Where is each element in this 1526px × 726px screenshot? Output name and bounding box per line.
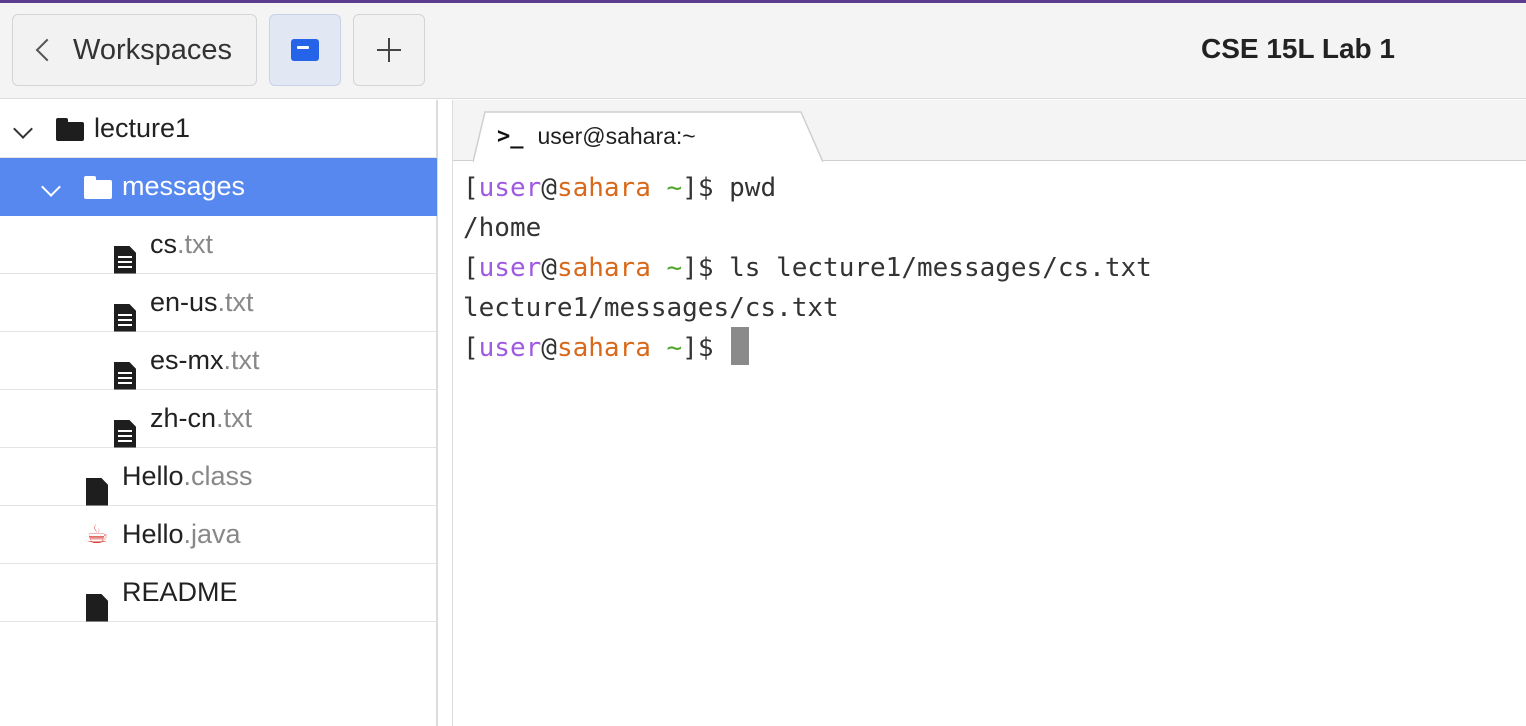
tree-item-file[interactable]: README [0, 564, 437, 622]
tree-item-file[interactable]: en-us.txt [0, 274, 437, 332]
tree-item-file[interactable]: ☕ Hello.java [0, 506, 437, 564]
prompt-open: [ [463, 333, 479, 363]
file-name: es-mx [150, 345, 224, 375]
text-file-icon [114, 419, 136, 448]
java-icon: ☕ [85, 519, 109, 549]
text-file-icon [114, 245, 136, 274]
prompt-open: [ [463, 173, 479, 203]
file-name: Hello [122, 519, 184, 549]
terminal-command-line: [user@sahara ~]$ pwd [463, 168, 1152, 208]
tree-item-lecture1[interactable]: lecture1 [0, 100, 437, 158]
terminal-panel: >_ user@sahara:~ [user@sahara ~]$ pwd/ho… [452, 100, 1526, 726]
terminal-output[interactable]: [user@sahara ~]$ pwd/home [user@sahara ~]… [463, 168, 1152, 368]
terminal-output-line: /home [463, 213, 542, 243]
chevron-down-icon[interactable] [41, 177, 61, 197]
text-file-icon [114, 361, 136, 390]
prompt-at: @ [541, 333, 557, 363]
prompt-close: ]$ [682, 333, 730, 363]
prompt-user: user [478, 333, 542, 363]
terminal-cursor [731, 326, 750, 365]
chevron-down-icon[interactable] [13, 119, 33, 139]
file-icon [86, 477, 108, 506]
text-file-icon [114, 303, 136, 332]
file-extension: .txt [217, 287, 254, 317]
prompt-close: ]$ [682, 173, 730, 203]
prompt-dir: ~ [666, 173, 683, 203]
workspace-title: CSE 15L Lab 1 [1200, 33, 1395, 64]
prompt-dir: ~ [666, 253, 683, 283]
tree-item-file[interactable]: cs.txt [0, 216, 437, 274]
terminal-command-line: [user@sahara ~]$ [463, 326, 1152, 368]
chevron-left-icon [35, 38, 59, 62]
prompt-close: ]$ [682, 253, 730, 283]
toolbar: Workspaces CSE 15L Lab 1 [0, 3, 1526, 99]
file-extension: .txt [216, 403, 253, 433]
file-name: cs [150, 229, 177, 259]
terminal-command-line: [user@sahara ~]$ ls lecture1/messages/cs… [463, 248, 1152, 288]
workspaces-label: Workspaces [73, 33, 233, 66]
file-name: zh-cn [150, 403, 217, 433]
tree-item-file[interactable]: Hello.class [0, 448, 437, 506]
tree-item-label: messages [122, 171, 246, 201]
terminal-output-line: lecture1/messages/cs.txt [463, 293, 839, 323]
prompt-open: [ [463, 253, 479, 283]
prompt-dir: ~ [666, 333, 683, 363]
file-extension: .txt [177, 229, 214, 259]
terminal-icon: >_ [497, 124, 524, 149]
file-name: Hello [122, 461, 184, 491]
prompt-host: sahara [556, 173, 651, 203]
prompt-at: @ [541, 173, 557, 203]
add-button[interactable] [353, 14, 425, 86]
prompt-at: @ [541, 253, 557, 283]
terminal-tab-label: user@sahara:~ [537, 123, 696, 149]
prompt-user: user [478, 173, 542, 203]
tree-item-file[interactable]: zh-cn.txt [0, 390, 437, 448]
file-name: README [122, 577, 238, 607]
command-text: ls lecture1/messages/cs.txt [729, 253, 1152, 283]
file-extension: .class [183, 461, 253, 491]
tree-item-label: lecture1 [94, 113, 191, 143]
terminal-tab-strip: >_ user@sahara:~ [453, 100, 1526, 162]
file-extension: .java [183, 519, 241, 549]
folder-icon [84, 176, 112, 199]
prompt-host: sahara [556, 253, 651, 283]
tree-item-file[interactable]: es-mx.txt [0, 332, 437, 390]
file-icon [86, 593, 108, 622]
file-tree: lecture1 messages cs.txt en-us.txt es-mx… [0, 100, 438, 726]
file-extension: .txt [223, 345, 260, 375]
files-panel-button[interactable] [269, 14, 341, 86]
terminal-tab[interactable]: >_ user@sahara:~ [473, 111, 823, 162]
folder-icon [56, 118, 84, 141]
plus-icon [377, 38, 401, 62]
workspaces-button[interactable]: Workspaces [12, 14, 257, 86]
command-text: pwd [729, 173, 777, 203]
prompt-user: user [478, 253, 542, 283]
files-panel-icon [291, 39, 319, 61]
prompt-host: sahara [556, 333, 651, 363]
file-name: en-us [150, 287, 218, 317]
tree-item-messages[interactable]: messages [0, 158, 437, 216]
